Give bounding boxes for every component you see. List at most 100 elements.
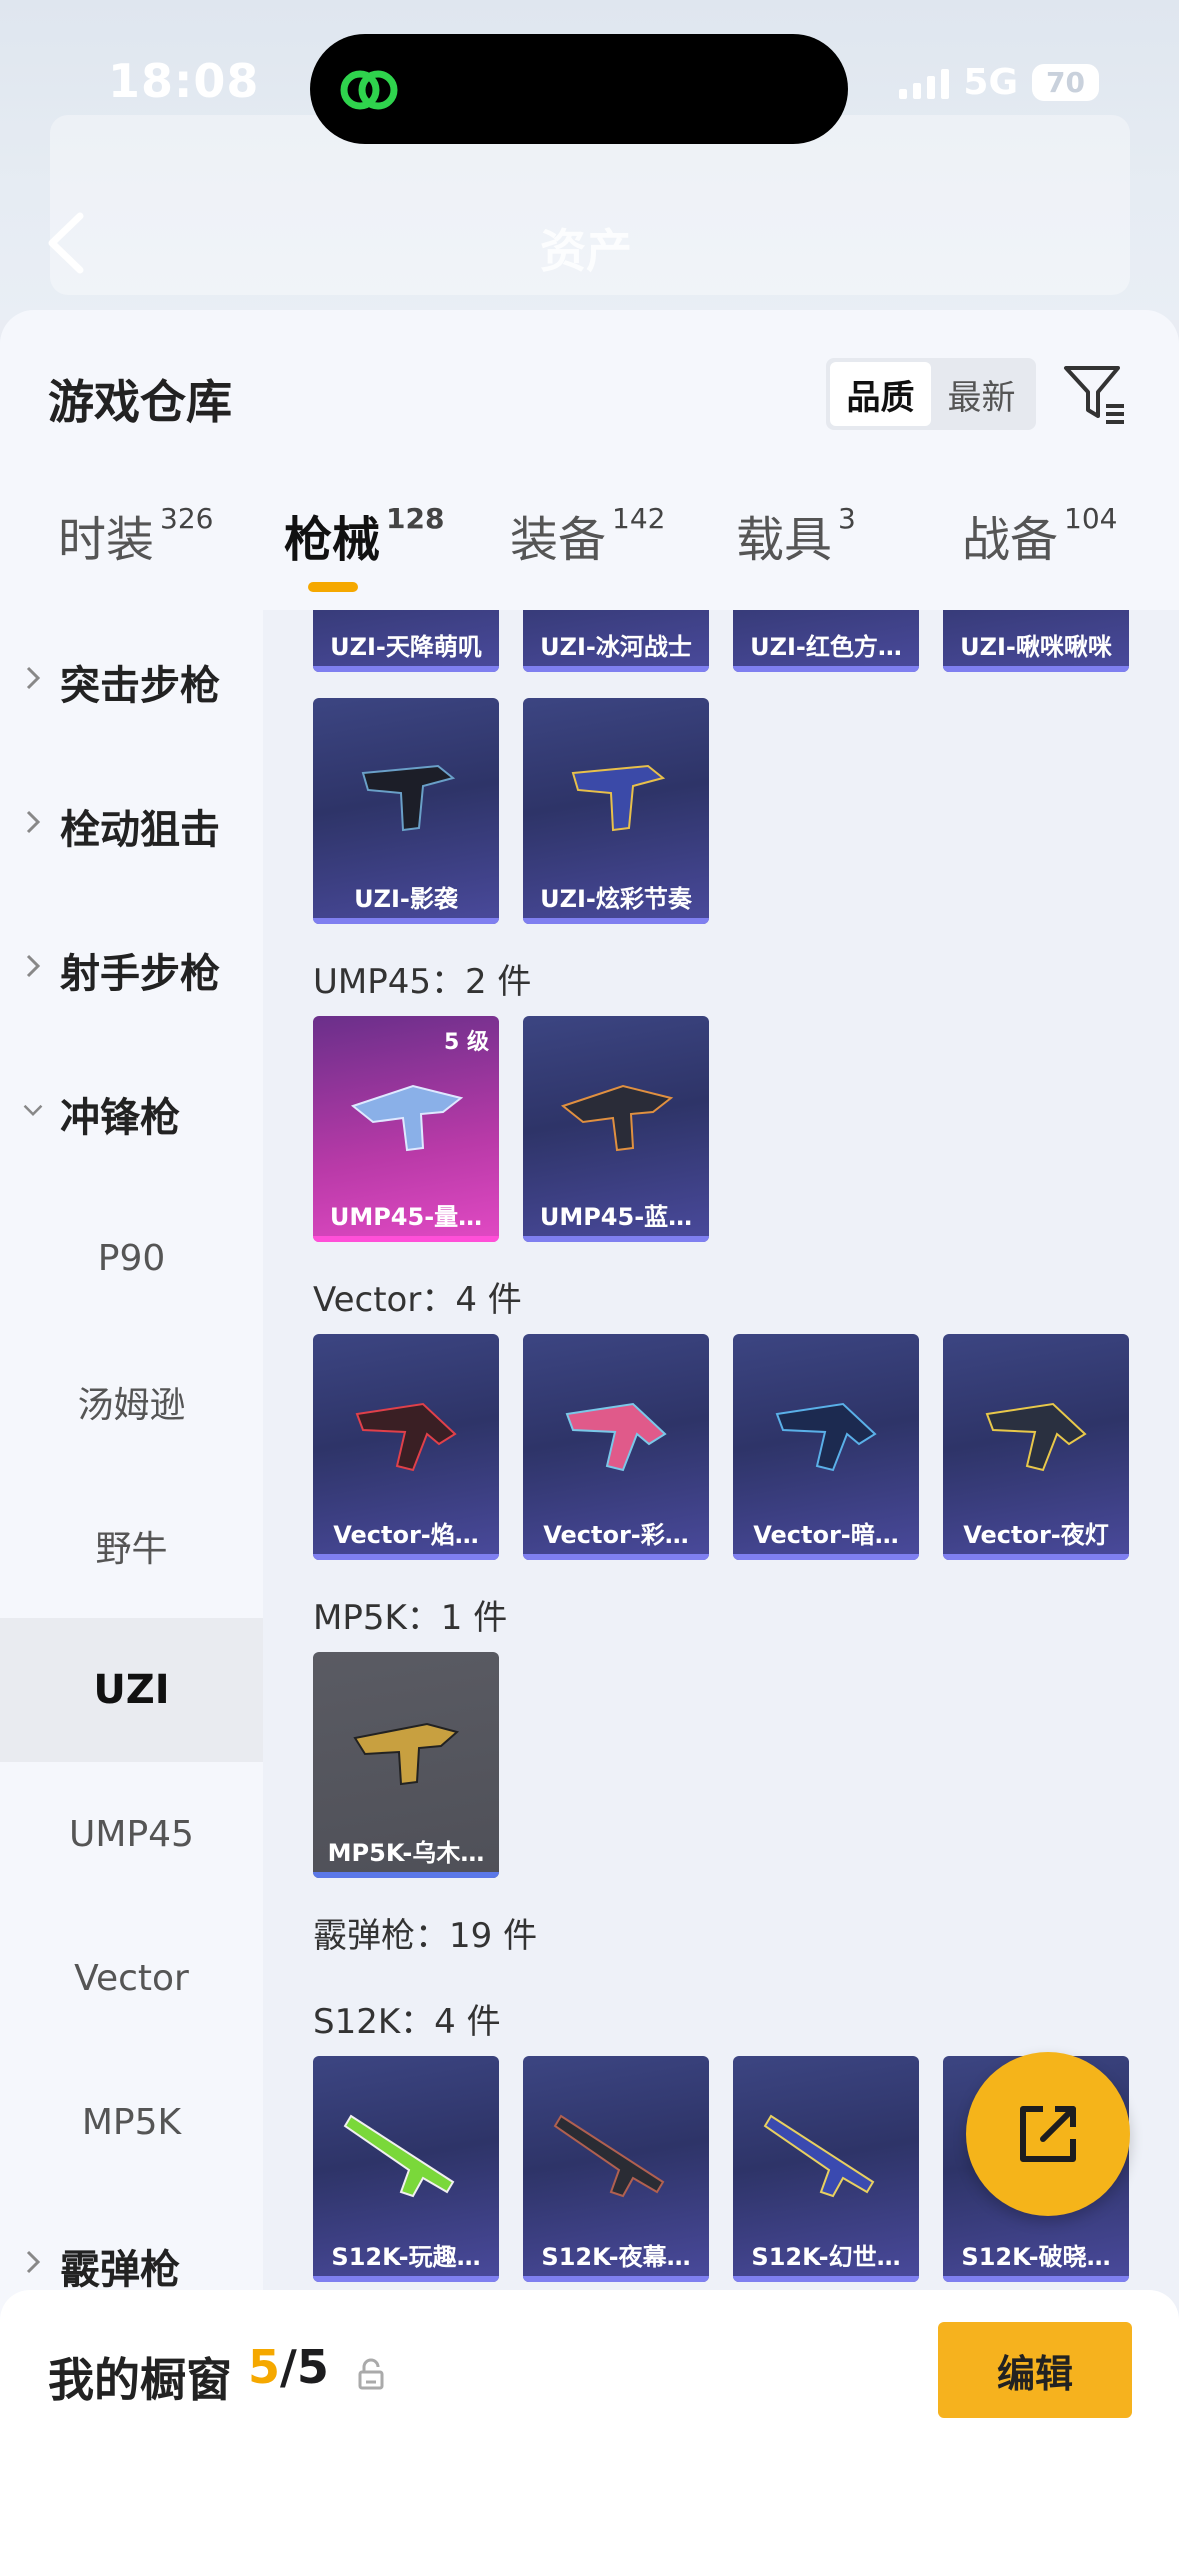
tab-label: 时装 [58,512,155,568]
tab-label: 装备 [510,512,607,568]
nav-label: 射手步枪 [60,951,220,997]
item-card[interactable]: UZI-炫彩节奏 [523,698,709,924]
status-time: 18:08 [108,54,260,108]
item-card[interactable]: UZI-红色方… [733,610,919,672]
item-card[interactable]: S12K-玩趣… [313,2056,499,2282]
tab-vehicles[interactable]: 载具 3 [736,500,856,570]
nav-sub-vector[interactable]: Vector [0,1906,263,2050]
showcase-title: 我的橱窗 [48,2353,232,2407]
item-name: Vector-彩… [543,1521,689,1549]
item-card[interactable]: 5 级 UMP45-量… [313,1016,499,1242]
sheet-header: 游戏仓库 品质 最新 时装 326 枪械 128 装备 142 载具 3 战备 104 [0,310,1179,610]
group-title-ump45: UMP45：2 件 [313,962,532,1002]
unlock-icon [358,2358,384,2390]
nav-sub-uzi[interactable]: UZI [0,1618,263,1762]
tab-supplies[interactable]: 战备 104 [962,500,1117,570]
showcase-count-current: 5 [248,2340,281,2394]
nav-label: 栓动狙击 [60,807,220,853]
item-name: S12K-幻世… [751,2243,901,2271]
item-card[interactable]: MP5K-乌木… [313,1652,499,1878]
item-name: UMP45-量… [329,1203,483,1231]
tab-count: 104 [1064,502,1118,535]
item-card[interactable]: Vector-夜灯 [943,1334,1129,1560]
item-name: Vector-焰… [333,1521,479,1549]
weapon-icon [775,1402,877,1472]
nav-sub-mp5k[interactable]: MP5K [0,2050,263,2194]
item-name: S12K-玩趣… [331,2243,481,2271]
item-card[interactable]: UZI-冰河战士 [523,610,709,672]
tab-count: 326 [160,502,214,535]
tab-equipment[interactable]: 装备 142 [510,500,665,570]
item-card[interactable]: S12K-幻世… [733,2056,919,2282]
share-button[interactable] [966,2052,1130,2216]
item-card[interactable]: UZI-影袭 [313,698,499,924]
filter-icon[interactable] [1062,360,1128,426]
tab-count: 128 [386,502,445,535]
network-type: 5G [963,62,1019,103]
item-card[interactable]: Vector-焰… [313,1334,499,1560]
item-card[interactable]: Vector-暗… [733,1334,919,1560]
item-name: UZI-啾咪啾咪 [960,633,1112,661]
item-name: UZI-天降萌叽 [330,633,482,661]
nav-label: 突击步枪 [60,663,220,709]
weapon-icon [350,1084,464,1152]
weapon-icon [353,1722,460,1786]
sort-newest-button[interactable]: 最新 [931,362,1032,426]
chevron-right-icon [26,954,41,978]
level-badge: 5 级 [444,1030,489,1055]
group-title-shotgun: 霰弹枪：19 件 [313,1916,538,1956]
tab-label: 枪械 [284,512,381,568]
showcase-count: 5/5 [248,2340,329,2394]
nav-sub-ump45[interactable]: UMP45 [0,1762,263,1906]
item-name: UZI-炫彩节奏 [540,885,692,913]
item-card[interactable]: UZI-啾咪啾咪 [943,610,1129,672]
item-name: S12K-夜幕… [541,2243,691,2271]
group-title-s12k: S12K：4 件 [313,2002,501,2042]
item-name: UZI-红色方… [750,633,902,661]
category-tabs: 时装 326 枪械 128 装备 142 载具 3 战备 104 [0,500,1179,610]
item-name: MP5K-乌木… [327,1839,485,1867]
tab-label: 载具 [736,512,833,568]
item-name: UZI-影袭 [354,885,458,913]
item-card[interactable]: UMP45-蓝… [523,1016,709,1242]
nav-category-smg[interactable]: 冲锋枪 [0,1042,263,1186]
warehouse-sheet: 游戏仓库 品质 最新 时装 326 枪械 128 装备 142 载具 3 战备 104 突… [0,310,1179,2556]
item-card[interactable]: UZI-天降萌叽 [313,610,499,672]
share-external-icon [1020,2106,1076,2162]
item-card[interactable]: Vector-彩… [523,1334,709,1560]
weapon-icon [571,764,666,832]
tab-firearms[interactable]: 枪械 128 [284,500,444,570]
item-name: Vector-夜灯 [963,1521,1109,1549]
page-title: 资产 [540,224,632,278]
sort-quality-button[interactable]: 品质 [830,362,931,426]
nav-label: 冲锋枪 [60,1095,180,1141]
signal-icon [899,67,950,99]
back-arrow-icon[interactable] [40,208,90,278]
item-name: UMP45-蓝… [539,1203,693,1231]
showcase-bar: 我的橱窗 5/5 编辑 [0,2290,1179,2556]
nav-category-marksman-rifle[interactable]: 射手步枪 [0,898,263,1042]
showcase-count-total: /5 [280,2340,329,2394]
nav-sub-thompson[interactable]: 汤姆逊 [0,1330,263,1474]
group-title-vector: Vector：4 件 [313,1280,522,1320]
chevron-right-icon [26,810,41,834]
chevron-right-icon [26,2250,41,2274]
tab-fashion[interactable]: 时装 326 [58,500,213,570]
nav-sub-bison[interactable]: 野牛 [0,1474,263,1618]
status-indicators: 5G 70 [899,62,1099,103]
weapon-icon [553,2114,665,2198]
battery-level: 70 [1032,64,1099,101]
weapon-type-nav: 突击步枪 栓动狙击 射手步枪 冲锋枪 P90 汤姆逊 野牛 UZI UMP45 … [0,610,263,2556]
nav-sub-p90[interactable]: P90 [0,1186,263,1330]
chevron-down-icon [23,1104,43,1117]
nav-category-assault-rifle[interactable]: 突击步枪 [0,610,263,754]
edit-button[interactable]: 编辑 [938,2322,1132,2418]
nav-category-bolt-sniper[interactable]: 栓动狙击 [0,754,263,898]
weapon-icon [565,1402,667,1472]
item-grid: UZI-天降萌叽 UZI-冰河战士 UZI-红色方… UZI-啾咪啾咪 UZI-… [263,610,1179,2556]
tab-label: 战备 [962,512,1059,568]
tab-count: 3 [838,502,856,535]
nav-label: 霰弹枪 [60,2247,180,2293]
item-card[interactable]: S12K-夜幕… [523,2056,709,2282]
chevron-right-icon [26,666,41,690]
